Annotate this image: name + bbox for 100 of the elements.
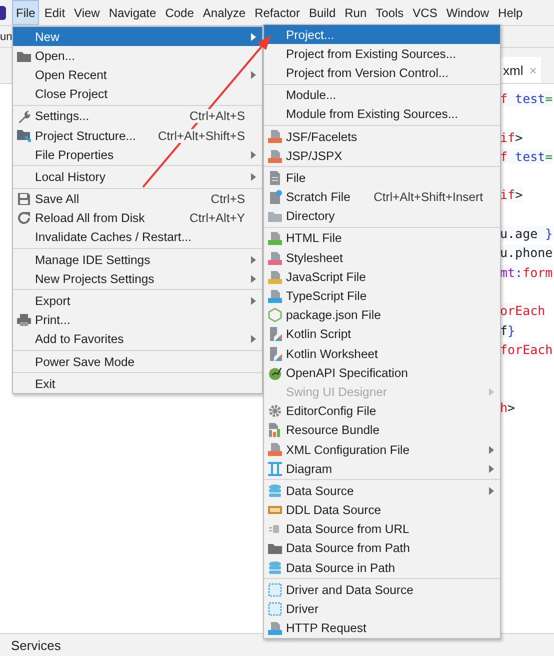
file-icon — [268, 442, 282, 456]
menu-item[interactable]: Invalidate Caches / Restart... — [13, 228, 262, 248]
menu-bar-item[interactable]: Analyze — [198, 0, 250, 25]
printer-icon — [17, 313, 31, 328]
ddl-icon — [268, 503, 282, 517]
menu-bar-item[interactable]: Edit — [40, 0, 70, 25]
wrench-icon — [17, 109, 31, 124]
menu-item[interactable]: Manage IDE Settings — [13, 250, 262, 270]
menu-item[interactable]: Module... — [264, 86, 500, 105]
bar-chart-icon — [268, 423, 282, 438]
menu-bar-item[interactable]: Window — [442, 0, 494, 25]
file-icon — [268, 250, 282, 265]
node-graph-icon — [268, 366, 282, 380]
menu-item[interactable]: Driver — [264, 599, 500, 619]
menu-bar-item[interactable]: Run — [340, 0, 371, 25]
menu-item[interactable]: EditorConfig File — [264, 402, 500, 421]
menu-item[interactable]: Project from Existing Sources... — [264, 44, 500, 64]
database-icon — [268, 560, 282, 575]
menu-item[interactable]: Data Source in Path — [264, 558, 500, 578]
menu-bar-item[interactable]: Navigate — [104, 0, 160, 25]
menu-bar-item[interactable]: Help — [494, 0, 527, 25]
menu-item[interactable]: Reload All from Disk Ctrl+Alt+Y — [13, 208, 262, 228]
folder-icon — [268, 541, 282, 556]
reload-icon — [17, 211, 31, 226]
shortcut-label: Ctrl+S — [210, 192, 245, 206]
file-icon — [268, 270, 282, 284]
menu-item[interactable]: Scratch File Ctrl+Alt+Shift+Insert — [264, 188, 500, 207]
menu-item[interactable]: File Properties — [13, 145, 262, 164]
menu-item[interactable]: Settings... Ctrl+Alt+S — [13, 106, 262, 126]
file-icon — [268, 129, 282, 144]
menu-item[interactable]: Data Source from URL — [264, 520, 500, 539]
file-icon — [268, 148, 282, 163]
menu-item[interactable]: Project... — [264, 25, 500, 44]
menu-item[interactable]: Resource Bundle — [264, 420, 500, 440]
menu-item[interactable]: Directory — [264, 206, 500, 226]
scratch-file-icon — [268, 190, 282, 204]
driver-icon — [268, 582, 282, 597]
menu-item[interactable]: Diagram — [264, 459, 500, 478]
shortcut-label: Ctrl+Alt+S — [189, 109, 245, 124]
menu-bar-item[interactable]: View — [70, 0, 104, 25]
menu-item[interactable]: HTTP Request — [264, 618, 500, 638]
shortcut-label: Ctrl+Alt+Shift+S — [158, 128, 245, 143]
menu-item[interactable]: Exit — [13, 374, 262, 394]
shortcut-label: Ctrl+Alt+Shift+Insert — [374, 190, 483, 204]
file-icon — [268, 231, 282, 246]
menu-item[interactable]: New — [13, 27, 262, 46]
file-icon — [268, 621, 282, 636]
menu-item[interactable]: JSP/JSPX — [264, 146, 500, 166]
shortcut-label: Ctrl+Alt+Y — [189, 211, 245, 226]
menu-bar-item[interactable]: Code — [161, 0, 198, 25]
menu-item[interactable]: package.json File — [264, 306, 500, 325]
menu-item[interactable]: Project Structure... Ctrl+Alt+Shift+S — [13, 126, 262, 146]
menu-item[interactable]: Driver and Data Source — [264, 580, 500, 600]
menu-bar-item[interactable]: Build — [304, 0, 340, 25]
file-icon — [268, 288, 282, 303]
folder-icon — [268, 209, 282, 224]
kotlin-file-icon — [268, 346, 282, 360]
menu-item[interactable]: Export — [13, 291, 262, 311]
menu-item[interactable]: Power Save Mode — [13, 352, 262, 372]
file-icon — [268, 170, 282, 185]
kotlin-file-icon — [268, 327, 282, 342]
gear-icon — [268, 404, 282, 418]
menu-item[interactable]: Add to Favorites — [13, 330, 262, 349]
services-tab[interactable]: Services — [11, 638, 61, 652]
menu-item[interactable]: Print... — [13, 310, 262, 330]
menu-item[interactable]: DDL Data Source — [264, 500, 500, 520]
menu-item[interactable]: Project from Version Control... — [264, 63, 500, 83]
menu-item[interactable]: HTML File — [264, 228, 500, 248]
menu-item[interactable]: Save All Ctrl+S — [13, 190, 262, 209]
tab-label: xml — [503, 62, 524, 78]
menu-item[interactable]: Open Recent — [13, 65, 262, 85]
menu-item[interactable]: Module from Existing Sources... — [264, 104, 500, 124]
app-logo-icon[interactable] — [0, 6, 6, 20]
menu-bar-item[interactable]: Tools — [372, 0, 408, 25]
menu-item[interactable]: Kotlin Script — [264, 324, 500, 344]
menu-item[interactable]: New Projects Settings — [13, 269, 262, 288]
menu-item[interactable]: Data Source — [264, 481, 500, 500]
menu-bar-item[interactable]: File — [12, 0, 40, 25]
driver-icon — [268, 602, 282, 616]
menu-item[interactable]: Stylesheet — [264, 248, 500, 268]
menu-item[interactable]: TypeScript File — [264, 286, 500, 306]
menu-item[interactable]: JSF/Facelets — [264, 126, 500, 146]
menu-bar-item[interactable]: VCS — [408, 0, 442, 25]
menu-bar-item[interactable]: Refactor — [250, 0, 304, 25]
menu-item[interactable]: XML Configuration File — [264, 440, 500, 460]
folder-grid-icon — [17, 128, 31, 142]
menu-item[interactable]: Local History — [13, 167, 262, 186]
menu-item[interactable]: OpenAPI Specification — [264, 363, 500, 382]
menu-item[interactable]: Open... — [13, 46, 262, 66]
toolbar-label: un — [0, 30, 12, 42]
hexagon-icon — [268, 308, 282, 322]
menu-item[interactable]: Close Project — [13, 84, 262, 104]
editor-tab[interactable]: xml × — [499, 57, 541, 83]
save-icon — [17, 192, 31, 206]
menu-item[interactable]: JavaScript File — [264, 267, 500, 286]
diagram-icon — [268, 462, 282, 476]
menu-item[interactable]: Kotlin Worksheet — [264, 344, 500, 364]
database-icon — [268, 484, 282, 498]
menu-item[interactable]: Data Source from Path — [264, 538, 500, 558]
menu-item[interactable]: File — [264, 168, 500, 188]
